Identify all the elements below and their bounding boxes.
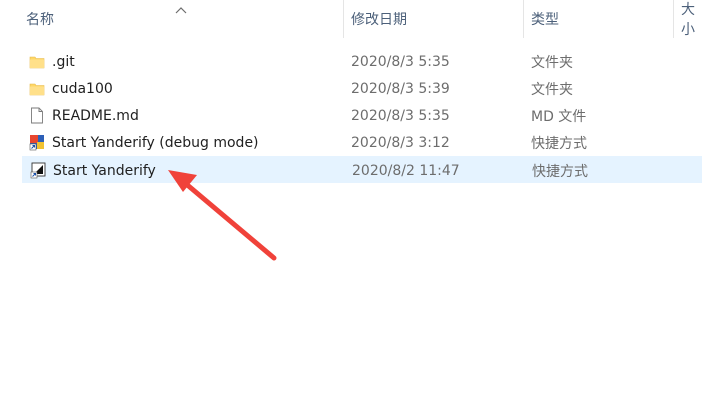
sort-ascending-icon [175,7,187,14]
file-row-selected[interactable]: Start Yanderify 2020/8/2 11:47 快捷方式 [22,156,702,183]
shortcut-terminal-icon [30,162,46,179]
file-type: 快捷方式 [532,163,588,180]
file-name: README.md [52,107,139,124]
file-name: Start Yanderify [53,162,156,179]
file-name: cuda100 [52,80,113,97]
file-date: 2020/8/2 11:47 [352,162,460,179]
column-type-header[interactable]: 类型 [523,0,673,38]
file-name: .git [52,53,75,70]
column-name-label: 名称 [26,12,54,28]
folder-icon [29,56,45,69]
file-type: 快捷方式 [531,135,587,152]
column-header: 名称 修改日期 类型 大小 [0,0,702,48]
file-date: 2020/8/3 3:12 [351,134,450,151]
file-type: MD 文件 [531,108,587,125]
file-date: 2020/8/3 5:35 [351,53,450,70]
file-row[interactable]: cuda100 2020/8/3 5:39 文件夹 [22,75,702,102]
file-row[interactable]: .git 2020/8/3 5:35 文件夹 [22,48,702,75]
folder-icon [29,83,45,96]
document-icon [31,107,43,124]
column-type-label: 类型 [531,12,559,28]
column-size-header[interactable]: 大小 [673,0,702,38]
column-size-label: 大小 [681,2,695,38]
file-type: 文件夹 [531,81,573,98]
file-date: 2020/8/3 5:35 [351,107,450,124]
file-date: 2020/8/3 5:39 [351,80,450,97]
column-date-label: 修改日期 [351,12,407,28]
file-name: Start Yanderify (debug mode) [52,134,259,151]
file-row[interactable]: Start Yanderify (debug mode) 2020/8/3 3:… [22,129,702,156]
column-date-header[interactable]: 修改日期 [343,0,523,38]
file-type: 文件夹 [531,54,573,71]
file-explorer: 名称 修改日期 类型 大小 .git 2020/8/3 5:35 文件夹 cud… [0,0,702,400]
file-row[interactable]: README.md 2020/8/3 5:35 MD 文件 [22,102,702,129]
shortcut-app-icon [29,135,44,151]
